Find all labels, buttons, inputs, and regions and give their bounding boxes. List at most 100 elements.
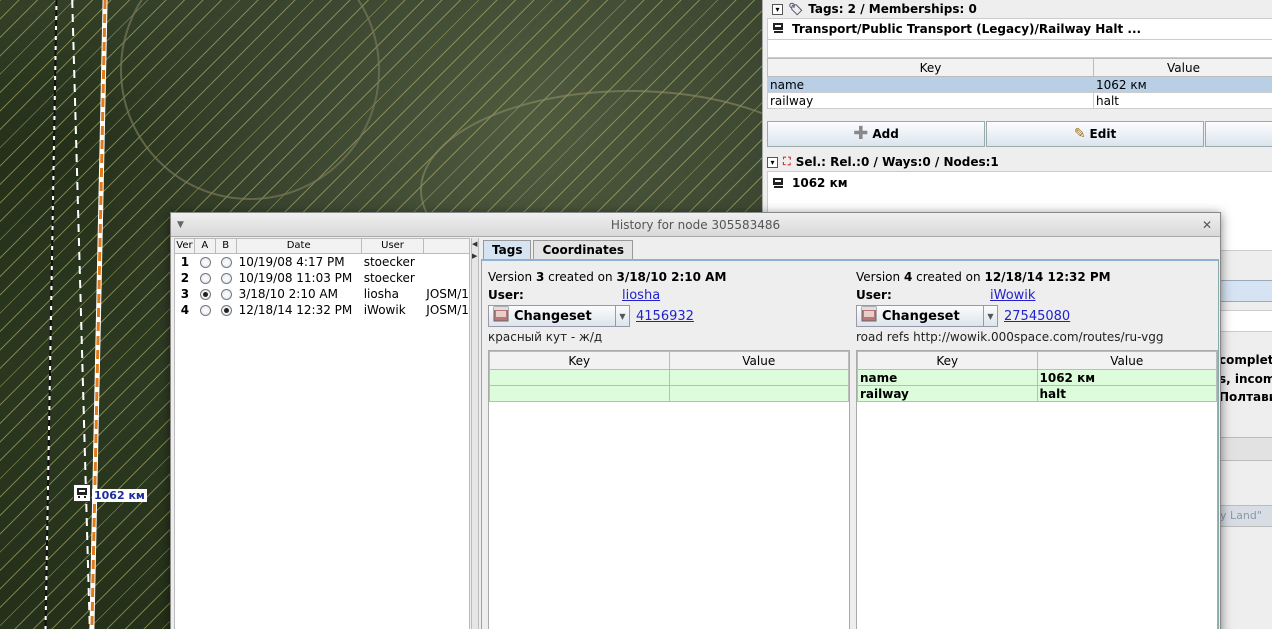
dialog-titlebar[interactable]: ▼ History for node 305583486 ✕	[171, 213, 1220, 237]
radio-b[interactable]	[220, 288, 232, 300]
railway-line[interactable]	[44, 0, 58, 629]
column-header-user[interactable]: User	[362, 239, 425, 253]
chevron-down-icon[interactable]: ▼	[616, 305, 630, 327]
hidden-text: complet	[1219, 353, 1272, 367]
user-label: User:	[488, 288, 524, 302]
user-link[interactable]: iWowik	[990, 288, 1035, 303]
preset-label: Transport/Public Transport (Legacy)/Rail…	[792, 22, 1142, 36]
user-label: User:	[856, 288, 892, 302]
map-road-curve	[120, 0, 380, 200]
edit-icon: ✎	[1073, 126, 1086, 142]
railway-halt-icon	[773, 178, 783, 188]
table-row[interactable]	[489, 369, 849, 386]
railway-line[interactable]	[71, 0, 91, 629]
radio-b[interactable]	[220, 272, 232, 284]
collapse-icon[interactable]: ▾	[767, 156, 778, 168]
version-prefix: Version	[856, 270, 901, 284]
table-row[interactable]: 3 3/18/10 2:10 AM liosha JOSM/1	[175, 286, 469, 302]
split-pane-divider[interactable]: ◀ ▶	[471, 238, 479, 629]
changeset-icon	[861, 306, 877, 326]
selection-panel-header[interactable]: ▾ ⛶ Sel.: Rel.:0 / Ways:0 / Nodes:1	[767, 153, 1272, 171]
column-header-key[interactable]: Key	[489, 351, 670, 370]
created-on-label: created on	[916, 270, 981, 284]
selection-header-label: Sel.: Rel.:0 / Ways:0 / Nodes:1	[795, 155, 999, 169]
changeset-button[interactable]: Changeset	[856, 305, 984, 327]
column-header-b[interactable]: B	[216, 239, 237, 253]
table-row[interactable]: 4 12/18/14 12:32 PM iWowik JOSM/1	[175, 302, 469, 318]
delete-button[interactable]	[1205, 121, 1272, 147]
version-table: Ver A B Date User 1 10/19/08 4:17 PM sto…	[174, 238, 470, 629]
table-row[interactable]	[489, 385, 849, 402]
table-row[interactable]: railway halt	[767, 92, 1272, 109]
radio-a[interactable]	[199, 288, 211, 300]
table-row[interactable]: railway halt	[857, 385, 1217, 402]
version-table-header: Ver A B Date User	[175, 239, 469, 254]
tag-key[interactable]: name	[767, 76, 1094, 93]
user-link[interactable]: liosha	[622, 288, 660, 303]
column-header-key[interactable]: Key	[767, 58, 1094, 77]
close-icon[interactable]: ✕	[1202, 213, 1212, 237]
column-header-ver[interactable]: Ver	[175, 239, 195, 253]
tag-diff-table: Key Value name 1062 км railway halt	[856, 350, 1218, 629]
plus-icon: ✚	[853, 123, 869, 144]
version-user: stoecker	[363, 255, 415, 269]
list-item[interactable]: 1062 км	[772, 176, 848, 190]
table-row[interactable]: name 1062 км	[767, 76, 1272, 93]
selection-item-label: 1062 км	[792, 176, 848, 190]
radio-b[interactable]	[220, 256, 232, 268]
edit-button[interactable]: ✎ Edit	[986, 121, 1204, 147]
tag-value	[668, 369, 849, 386]
changeset-button[interactable]: Changeset	[488, 305, 616, 327]
table-row[interactable]: 1 10/19/08 4:17 PM stoecker	[175, 254, 469, 270]
add-button[interactable]: ✚ Add	[767, 121, 985, 147]
collapse-icon[interactable]: ▾	[772, 3, 783, 15]
version-date: 10/19/08 11:03 PM	[238, 271, 353, 285]
edit-button-label: Edit	[1089, 127, 1117, 141]
table-row[interactable]: 2 10/19/08 11:03 PM stoecker	[175, 270, 469, 286]
radio-a[interactable]	[199, 272, 211, 284]
version-title: Version 3 created on 3/18/10 2:10 AM	[488, 269, 850, 285]
tag-key[interactable]: railway	[767, 92, 1094, 109]
arrow-right-icon[interactable]: ▶	[472, 252, 477, 260]
column-header-value[interactable]: Value	[668, 351, 849, 370]
tag-icon: 🏷	[788, 2, 804, 16]
version-user: liosha	[363, 287, 399, 301]
tag-value[interactable]: 1062 км	[1093, 76, 1272, 93]
version-editor: JOSM/1	[426, 287, 469, 301]
version-user: iWowik	[363, 303, 406, 317]
column-header-value[interactable]: Value	[1036, 351, 1217, 370]
changeset-comment: road refs http://wowik.000space.com/rout…	[856, 330, 1164, 344]
preset-link[interactable]: Transport/Public Transport (Legacy)/Rail…	[767, 18, 1272, 40]
radio-a[interactable]	[199, 256, 211, 268]
version-prefix: Version	[488, 270, 533, 284]
tab-tags[interactable]: Tags	[483, 240, 532, 260]
changeset-link[interactable]: 27545080	[1004, 309, 1070, 324]
column-header-date[interactable]: Date	[237, 239, 362, 253]
column-header-a[interactable]: A	[195, 239, 216, 253]
railway-line[interactable]	[90, 0, 107, 629]
chevron-down-icon[interactable]: ▼	[984, 305, 998, 327]
version-date: 12/18/14 12:32 PM	[984, 270, 1111, 284]
window-menu-icon[interactable]: ▼	[177, 213, 184, 237]
radio-b[interactable]	[220, 304, 232, 316]
tag-key: railway	[857, 385, 1038, 402]
changeset-link[interactable]: 4156932	[636, 309, 694, 324]
selection-icon: ⛶	[783, 155, 791, 168]
column-header-editor[interactable]	[424, 239, 469, 253]
hidden-panel-header	[1219, 280, 1272, 302]
tag-value	[668, 385, 849, 402]
tags-panel-header[interactable]: ▾ 🏷 Tags: 2 / Memberships: 0	[767, 0, 977, 18]
table-row[interactable]: name 1062 км	[857, 369, 1217, 386]
hidden-field: y Land"	[1219, 505, 1272, 527]
version-number: 2	[180, 271, 190, 285]
column-header-value[interactable]: Value	[1093, 58, 1272, 77]
reference-version-panel: Version 3 created on 3/18/10 2:10 AM Use…	[488, 269, 850, 629]
tab-coordinates[interactable]: Coordinates	[533, 240, 634, 260]
column-header-key[interactable]: Key	[857, 351, 1038, 370]
radio-a[interactable]	[199, 304, 211, 316]
arrow-left-icon[interactable]: ◀	[472, 240, 477, 248]
tag-value: halt	[1036, 385, 1217, 402]
version-editor: JOSM/1	[426, 303, 469, 317]
railway-halt-icon[interactable]	[73, 484, 91, 502]
tag-value[interactable]: halt	[1093, 92, 1272, 109]
